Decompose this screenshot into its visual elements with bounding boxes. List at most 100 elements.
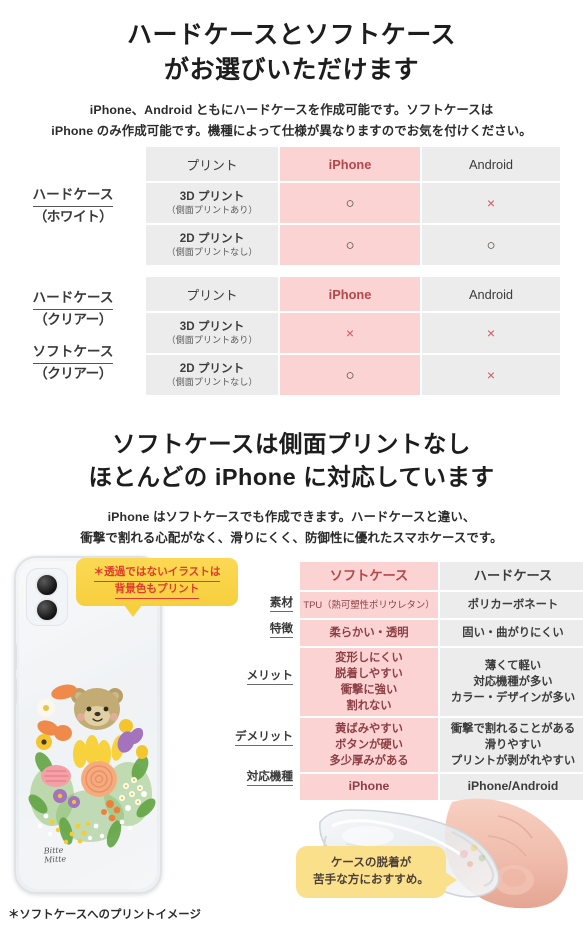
support-mark: ×: [486, 367, 496, 383]
product-info-page: ハードケースとソフトケース がお選びいただけます iPhone、Android …: [0, 0, 583, 951]
callout-top-line2: 背景色もプリント: [114, 582, 200, 599]
support-mark: ○: [345, 194, 355, 212]
top-subtext: iPhone、Android ともにハードケースを作成可能です。ソフトケースは …: [0, 100, 583, 143]
callout-top-line1: ＊透過ではないイラストは: [93, 565, 221, 582]
top-subtext-line1: iPhone、Android ともにハードケースを作成可能です。ソフトケースは: [89, 103, 494, 117]
callout-bottom-line2: 苦手な方におすすめ。: [313, 873, 429, 886]
support-mark: ×: [486, 195, 496, 211]
table-header-row: プリント iPhone Android: [146, 147, 560, 181]
cell-soft-feature: 柔らかい・透明: [300, 620, 438, 646]
column-header-print: プリント: [146, 147, 278, 181]
print-type-sub: （側面プリントなし）: [166, 377, 258, 388]
camera-bump: [26, 568, 68, 626]
column-header-iphone: iPhone: [280, 277, 420, 311]
callout-tail: [445, 872, 457, 888]
mid-section: ソフトケースは側面プリントなし ほとんどの iPhone に対応しています iP…: [0, 428, 583, 549]
cell-android-support: ×: [422, 183, 560, 223]
cell-print-type: 3D プリント （側面プリントあり）: [146, 313, 278, 353]
compat-table-hard-white: ハードケース （ホワイト） プリント iPhone Android 3D プリン…: [0, 147, 560, 265]
top-heading-line2: がお選びいただけます: [163, 55, 419, 84]
row-label-feature: 特徴: [230, 616, 300, 642]
callout-tail: [124, 605, 142, 617]
cell-iphone-support: ×: [280, 313, 420, 353]
compat-table-clear: ハードケース （クリアー） ソフトケース （クリアー） プリント iPhone …: [0, 277, 560, 395]
comparison-row-labels: 素材 特徴 メリット デメリット 対応機種: [230, 562, 300, 802]
cell-iphone-support: ○: [280, 355, 420, 395]
illustration-callout-bubble: ＊透過ではないイラストは 背景色もプリント: [76, 558, 238, 617]
camera-lens-icon: [35, 573, 59, 597]
print-type-main: 2D プリント: [179, 362, 245, 376]
cell-hard-material: ポリカーボネート: [440, 592, 583, 618]
compat-table-1-grid: プリント iPhone Android 3D プリント （側面プリントあり） ○…: [146, 147, 560, 265]
callout-bottom-line1: ケースの脱着が: [330, 856, 412, 870]
column-hard-case: ハードケース ポリカーボネート 固い・曲がりにくい 薄くて軽い 対応機種が多い …: [440, 562, 583, 802]
camera-lens-icon: [35, 598, 59, 622]
support-mark: ×: [486, 325, 496, 341]
row-label-demerit: デメリット: [230, 710, 300, 764]
cell-hard-merit: 薄くて軽い 対応機種が多い カラー・デザインが多い: [440, 648, 583, 716]
floral-bear-illustration: [22, 676, 158, 861]
cell-android-support: ×: [422, 313, 560, 353]
cell-soft-merit: 変形しにくい 脱着しやすい 衝撃に強い 割れない: [300, 648, 438, 716]
footnote-print-image: ＊ソフトケースへのプリントイメージ: [8, 909, 201, 921]
table-row: 2D プリント （側面プリントなし） ○ ×: [146, 355, 560, 395]
print-type-sub: （側面プリントなし）: [166, 247, 258, 258]
column-header-android: Android: [422, 277, 560, 311]
mid-heading: ソフトケースは側面プリントなし ほとんどの iPhone に対応しています: [0, 428, 583, 494]
top-section: ハードケースとソフトケース がお選びいただけます iPhone、Android …: [0, 18, 583, 143]
support-mark: ○: [345, 366, 355, 384]
compat-table-1-row-label: ハードケース （ホワイト）: [0, 185, 146, 228]
soft-case-recommend-bubble: ケースの脱着が 苦手な方におすすめ。: [296, 846, 457, 898]
comparison-columns: ソフトケース TPU（熱可塑性ポリウレタン） 柔らかい・透明 変形しにくい 脱着…: [300, 562, 583, 802]
mid-subtext: iPhone はソフトケースでも作成できます。ハードケースと違い、 衝撃で割れる…: [0, 507, 583, 550]
cell-print-type: 2D プリント （側面プリントなし）: [146, 355, 278, 395]
label-spacer: [230, 562, 300, 590]
compat-2-label-a-line1: ハードケース: [32, 288, 114, 311]
compat-table-2-grid: プリント iPhone Android 3D プリント （側面プリントあり） ×…: [146, 277, 560, 395]
cell-print-type: 2D プリント （側面プリントなし）: [146, 225, 278, 265]
support-mark: ○: [486, 236, 496, 254]
cell-soft-material: TPU（熱可塑性ポリウレタン）: [300, 592, 438, 618]
compat-2-label-b-line2: （クリアー）: [34, 365, 112, 381]
print-type-main: 3D プリント: [179, 190, 245, 204]
compat-table-2-row-label: ハードケース （クリアー） ソフトケース （クリアー）: [0, 288, 146, 385]
column-header-soft-case: ソフトケース: [300, 562, 438, 590]
print-type-sub: （側面プリントあり）: [166, 205, 258, 216]
mid-subtext-line2: 衝撃で割れる心配がなく、滑りにくく、防御性に優れたスマホケースです。: [80, 531, 503, 546]
row-label-merit: メリット: [230, 642, 300, 710]
table-row: 3D プリント （側面プリントあり） × ×: [146, 313, 560, 353]
compat-1-label-line2: （ホワイト）: [33, 209, 113, 224]
top-heading-line1: ハードケースとソフトケース: [126, 21, 456, 49]
volume-up-button: [16, 644, 17, 670]
compat-2-label-a-line2: （クリアー）: [34, 312, 112, 328]
support-mark: ×: [345, 325, 355, 341]
column-header-print: プリント: [146, 277, 278, 311]
print-type-sub: （側面プリントあり）: [166, 335, 258, 346]
cell-soft-demerit: 黄ばみやすい ボタンが硬い 多少厚みがある: [300, 718, 438, 772]
print-type-main: 3D プリント: [179, 320, 245, 334]
cell-iphone-support: ○: [280, 183, 420, 223]
row-label-material: 素材: [230, 590, 300, 616]
cell-print-type: 3D プリント （側面プリントあり）: [146, 183, 278, 223]
table-header-row: プリント iPhone Android: [146, 277, 560, 311]
signature-line2: Mitte: [44, 854, 67, 865]
row-label-devices: 対応機種: [230, 764, 300, 790]
column-header-android: Android: [422, 147, 560, 181]
cell-android-support: ○: [422, 225, 560, 265]
compat-2-label-b-line1: ソフトケース: [32, 342, 114, 364]
print-type-main: 2D プリント: [179, 232, 245, 246]
column-soft-case: ソフトケース TPU（熱可塑性ポリウレタン） 柔らかい・透明 変形しにくい 脱着…: [300, 562, 438, 802]
volume-down-button: [16, 678, 17, 704]
top-subtext-line2: iPhone のみ作成可能です。機種によって仕様が異なりますのでお気を付けくださ…: [51, 124, 532, 139]
cell-hard-feature: 固い・曲がりにくい: [440, 620, 583, 646]
cell-hard-demerit: 衝撃で割れることがある 滑りやすい プリントが剥がれやすい: [440, 718, 583, 772]
cell-android-support: ×: [422, 355, 560, 395]
column-header-hard-case: ハードケース: [440, 562, 583, 590]
soft-vs-hard-comparison-table: 素材 特徴 メリット デメリット 対応機種 ソフトケース TPU（熱可塑性ポリウ…: [230, 562, 583, 802]
table-row: 2D プリント （側面プリントなし） ○ ○: [146, 225, 560, 265]
column-header-iphone: iPhone: [280, 147, 420, 181]
mid-heading-line2: ほとんどの iPhone に対応しています: [88, 463, 495, 490]
support-mark: ○: [345, 236, 355, 254]
table-row: 3D プリント （側面プリントあり） ○ ×: [146, 183, 560, 223]
cell-iphone-support: ○: [280, 225, 420, 265]
